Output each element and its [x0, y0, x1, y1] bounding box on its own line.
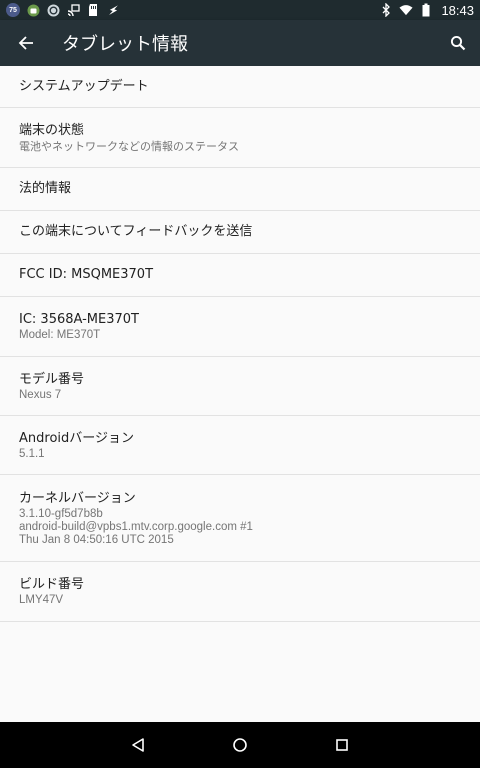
- cast-icon: [66, 3, 80, 17]
- page-title: タブレット情報: [62, 34, 188, 55]
- sync-icon: [46, 3, 60, 17]
- arrow-back-icon: [18, 36, 33, 50]
- search-button[interactable]: [436, 20, 480, 66]
- item-title: この端末についてフィードバックを送信: [19, 224, 253, 239]
- item-subtitle: LMY47V: [19, 594, 64, 606]
- list-item-status[interactable]: 端末の状態 電池やネットワークなどの情報のステータス: [0, 108, 480, 168]
- item-title: Androidバージョン: [19, 430, 135, 446]
- list-item-ic[interactable]: IC: 3568A-ME370T Model: ME370T: [0, 297, 480, 357]
- wifi-icon: [399, 3, 413, 17]
- item-subtitle: 電池やネットワークなどの情報のステータス: [19, 140, 239, 153]
- app-bar: タブレット情報: [0, 20, 480, 66]
- item-title: システムアップデート: [19, 78, 149, 94]
- sd-card-icon: [86, 3, 100, 17]
- item-subtitle: Nexus 7: [19, 388, 62, 401]
- back-button[interactable]: [0, 20, 52, 66]
- status-right-icons: 18:43: [379, 3, 474, 18]
- item-subtitle: Model: ME370T: [19, 329, 101, 341]
- search-icon: [450, 35, 466, 51]
- clock: 18:43: [441, 2, 474, 18]
- android-icon: [26, 3, 40, 17]
- status-bar: 75 18:43: [0, 0, 480, 20]
- item-title: IC: 3568A-ME370T: [19, 312, 139, 327]
- nav-home-button[interactable]: [189, 722, 291, 768]
- item-title: モデル番号: [19, 371, 85, 387]
- list-item-system-update[interactable]: システムアップデート: [0, 66, 480, 108]
- badge-icon: 75: [6, 3, 20, 17]
- recents-icon: [336, 739, 348, 751]
- item-subtitle-line: android-build@vpbs1.mtv.corp.google.com …: [19, 520, 253, 533]
- list-item-fcc-id[interactable]: FCC ID: MSQME370T: [0, 254, 480, 297]
- nav-back-button[interactable]: [87, 722, 189, 768]
- home-icon: [233, 738, 247, 752]
- item-title: 端末の状態: [19, 123, 85, 138]
- item-subtitle: 5.1.1: [19, 447, 45, 460]
- item-title: カーネルバージョン: [19, 490, 136, 506]
- nav-recents-button[interactable]: [291, 722, 393, 768]
- list-item-kernel-version[interactable]: カーネルバージョン 3.1.10-gf5d7b8b android-build@…: [0, 475, 480, 562]
- list-item-build-number[interactable]: ビルド番号 LMY47V: [0, 562, 480, 622]
- list-item-model-number[interactable]: モデル番号 Nexus 7: [0, 357, 480, 416]
- flash-icon: [106, 3, 120, 17]
- battery-icon: [419, 3, 433, 17]
- list-item-android-version[interactable]: Androidバージョン 5.1.1: [0, 416, 480, 475]
- back-icon: [132, 738, 144, 752]
- settings-list: システムアップデート 端末の状態 電池やネットワークなどの情報のステータス 法的…: [0, 66, 480, 622]
- item-subtitle-line: Thu Jan 8 04:50:16 UTC 2015: [19, 533, 174, 546]
- status-left-icons: 75: [6, 3, 120, 17]
- item-title: ビルド番号: [19, 577, 85, 592]
- list-item-legal[interactable]: 法的情報: [0, 168, 480, 211]
- bluetooth-icon: [379, 3, 393, 17]
- item-title: 法的情報: [19, 181, 72, 196]
- item-title: FCC ID: MSQME370T: [19, 267, 154, 282]
- item-subtitle-line: 3.1.10-gf5d7b8b: [19, 507, 103, 520]
- list-item-feedback[interactable]: この端末についてフィードバックを送信: [0, 211, 480, 254]
- navigation-bar: [0, 722, 480, 768]
